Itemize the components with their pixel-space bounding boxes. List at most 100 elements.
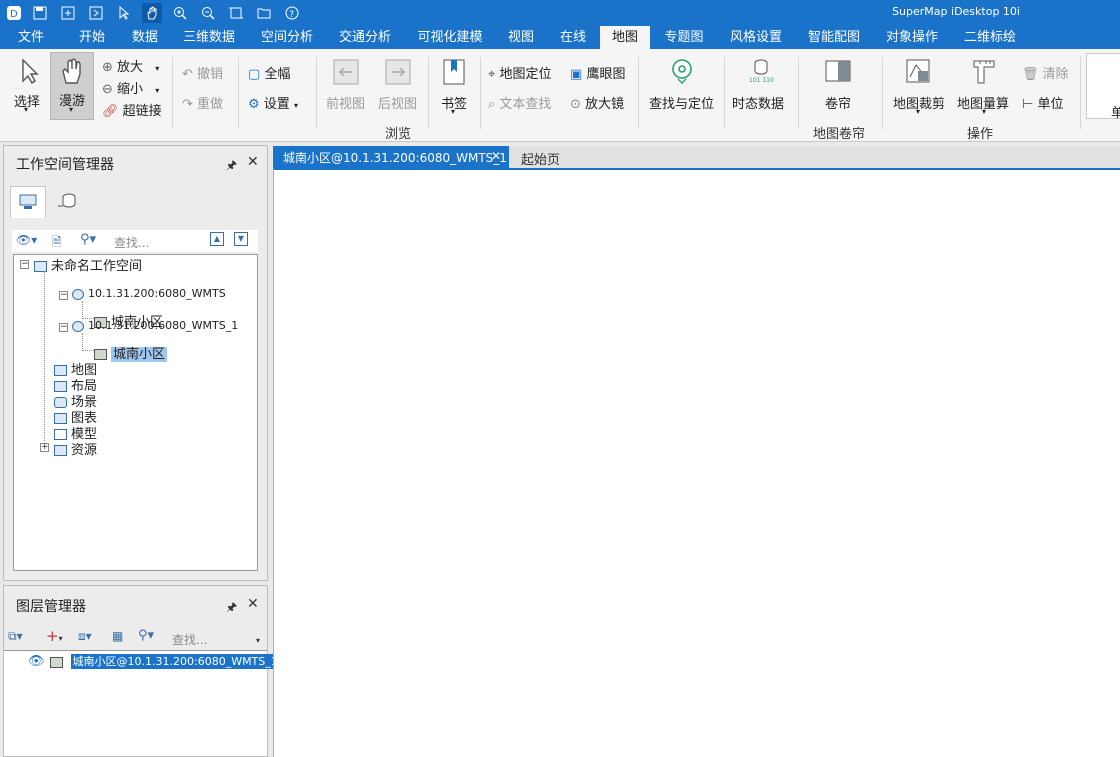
menu-smart-mapping[interactable]: 智能配图 <box>798 26 870 49</box>
prev-view-button[interactable]: 前视图 <box>322 53 370 113</box>
tree-node-datasource-2[interactable]: 10.1.31.200:6080_WMTS_1 <box>72 319 238 332</box>
tree-node-resources[interactable]: 资源 <box>54 439 97 458</box>
menu-3d-data[interactable]: 三维数据 <box>174 26 244 49</box>
search-icon[interactable]: ⚲▾ <box>80 232 96 247</box>
ribbon: 选择 ▾ 漫游 ▾ ⊕ 放大 ▾ ⊖ 缩小 ▾ 🔗︎ 超链接 ↶ 撤销 ↷ 重做… <box>0 49 1120 142</box>
cut-off-button[interactable]: 单 <box>1086 53 1120 121</box>
tree-node-layer-2[interactable]: 城南小区 <box>94 343 168 362</box>
tree-line <box>82 333 83 351</box>
app-title: SuperMap iDesktop 10i <box>892 5 1020 18</box>
next-view-label: 后视图 <box>378 97 418 112</box>
pin-icon[interactable]: 🖈︎ <box>226 598 237 619</box>
settings-button[interactable]: ⚙ 设置 ▾ <box>248 93 298 112</box>
separator <box>1080 57 1081 129</box>
pan-button[interactable]: 漫游 ▾ <box>50 52 94 120</box>
visibility-eye-icon[interactable]: 👁︎ <box>28 654 45 669</box>
temporal-data-button[interactable]: 101 110 时态数据 <box>730 53 792 113</box>
workspace-tree: − 未命名工作空间 − 10.1.31.200:6080_WMTS 城南小区 −… <box>13 254 258 571</box>
unit-button[interactable]: ⊢ 单位 <box>1022 93 1063 112</box>
tree-node-datasource-1[interactable]: 10.1.31.200:6080_WMTS <box>72 287 226 300</box>
folder-icon[interactable] <box>254 3 274 23</box>
layer-search-input[interactable]: 查找... <box>172 631 207 648</box>
zoom-out-button[interactable]: ⊖ 缩小 ▾ <box>102 78 159 97</box>
ruler-icon <box>973 60 995 84</box>
window-icon[interactable] <box>86 3 106 23</box>
menu-visual-modeling[interactable]: 可视化建模 <box>407 26 493 49</box>
close-icon[interactable]: ✕ <box>247 596 259 612</box>
menu-file[interactable]: 文件 <box>6 26 56 49</box>
collapse-icon[interactable]: − <box>59 291 68 300</box>
layer-style-icon[interactable]: ⧉▾ <box>8 629 23 644</box>
folder-icon <box>54 445 67 456</box>
help-icon[interactable]: ? <box>282 3 302 23</box>
workspace-tab-cloud[interactable] <box>50 186 86 218</box>
layer-properties-icon[interactable]: ▦ <box>112 629 123 643</box>
eagle-eye-button[interactable]: ▣ 鹰眼图 <box>570 63 625 82</box>
hyperlink-button[interactable]: 🔗︎ 超链接 <box>102 100 162 119</box>
menu-online[interactable]: 在线 <box>552 26 594 49</box>
text-search-button[interactable]: ⌕ 文本查找 <box>488 93 551 112</box>
expand-icon[interactable]: + <box>40 443 49 452</box>
find-locate-button[interactable]: 查找与定位 <box>644 53 720 113</box>
magnifier-button[interactable]: ⊙ 放大镜 <box>570 93 624 112</box>
move-up-icon[interactable]: ▲ <box>210 232 224 246</box>
undo-button[interactable]: ↶ 撤销 <box>182 63 223 82</box>
search-icon[interactable]: ⚲▾ <box>138 628 154 643</box>
menu-object-ops[interactable]: 对象操作 <box>876 26 948 49</box>
map-measure-button[interactable]: 地图量算 ▾ <box>954 53 1016 119</box>
next-view-button[interactable]: 后视图 <box>374 53 422 113</box>
menu-data[interactable]: 数据 <box>122 26 168 49</box>
zoom-out-dropdown-icon: ▾ <box>155 86 160 95</box>
pointer-icon[interactable] <box>114 3 134 23</box>
separator <box>316 57 317 129</box>
separator <box>428 57 429 129</box>
close-tab-icon[interactable]: ✕ <box>491 149 501 163</box>
menu-view[interactable]: 视图 <box>500 26 542 49</box>
collapse-icon[interactable]: − <box>20 260 29 269</box>
layer-group-icon[interactable]: ⧈▾ <box>78 629 92 644</box>
title-bar: D ? SuperMap iDesktop 10i <box>0 0 1120 26</box>
pan-hand-icon[interactable] <box>142 3 162 23</box>
layer-toolbar-more-icon[interactable]: ▾ <box>256 636 260 645</box>
move-down-icon[interactable]: ▼ <box>234 232 248 246</box>
map-locate-button[interactable]: ⌖ 地图定位 <box>488 63 551 82</box>
view-options-icon[interactable]: 👁︎▾ <box>16 233 37 247</box>
zoom-in-button[interactable]: ⊕ 放大 ▾ <box>102 56 159 75</box>
gear-icon: ⚙ <box>248 97 260 112</box>
workspace-search-input[interactable]: 查找... <box>114 234 149 251</box>
save-icon[interactable] <box>30 3 50 23</box>
menu-start[interactable]: 开始 <box>66 26 118 49</box>
add-layer-icon[interactable]: +▾ <box>46 627 63 645</box>
menu-traffic-analysis[interactable]: 交通分析 <box>329 26 401 49</box>
map-clip-button[interactable]: 地图裁剪 ▾ <box>888 53 950 119</box>
tab-start-page[interactable]: 起始页 <box>511 146 571 168</box>
app-logo-icon[interactable]: D <box>4 3 24 23</box>
full-extent-button[interactable]: ▢ 全幅 <box>248 63 290 82</box>
map-canvas[interactable] <box>273 168 1120 757</box>
map-locate-icon: ⌖ <box>488 67 496 82</box>
layer-item[interactable]: 👁︎ 城南小区@10.1.31.200:6080_WMTS_1 <box>28 653 280 669</box>
menu-map[interactable]: 地图 <box>600 26 650 49</box>
zoom-out-icon[interactable] <box>198 3 218 23</box>
collapse-icon[interactable]: − <box>59 323 68 332</box>
select-button[interactable]: 选择 ▾ <box>6 53 48 119</box>
close-icon[interactable]: ✕ <box>247 154 259 170</box>
menu-style-settings[interactable]: 风格设置 <box>720 26 792 49</box>
open-file-icon[interactable]: 🗎︎ <box>52 233 62 254</box>
menu-2d-plotting[interactable]: 二维标绘 <box>954 26 1026 49</box>
clear-button[interactable]: 🗑︎ 清除 <box>1022 63 1069 82</box>
full-extent-icon[interactable] <box>226 3 246 23</box>
tree-node-workspace[interactable]: 未命名工作空间 <box>34 255 142 274</box>
location-pin-icon <box>672 59 692 84</box>
menu-thematic[interactable]: 专题图 <box>656 26 712 49</box>
redo-button[interactable]: ↷ 重做 <box>182 93 223 112</box>
menu-spatial-analysis[interactable]: 空间分析 <box>251 26 323 49</box>
workspace-toolbar: 👁︎▾ 🗎︎ ⚲▾ 查找... ▲ ▼ <box>12 230 258 252</box>
bookmark-button[interactable]: 书签 ▾ <box>434 53 474 119</box>
tab-map-window[interactable]: 城南小区@10.1.31.200:6080_WMTS_1 ✕ <box>273 146 509 168</box>
zoom-in-icon[interactable] <box>170 3 190 23</box>
workspace-tab-local[interactable] <box>10 186 46 218</box>
pin-icon[interactable]: 🖈︎ <box>226 156 237 177</box>
swipe-button[interactable]: 卷帘 <box>808 53 868 113</box>
new-window-icon[interactable] <box>58 3 78 23</box>
